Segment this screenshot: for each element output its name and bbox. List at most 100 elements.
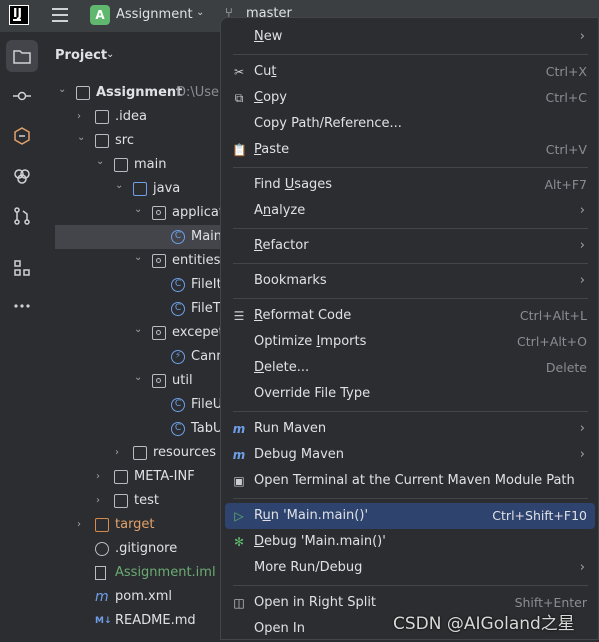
- tree-item[interactable]: C FileIt: [44, 273, 244, 297]
- reformat-icon: ☰: [233, 309, 245, 323]
- commit-tool-button[interactable]: [6, 80, 38, 112]
- tree-item[interactable]: ⌄ Assignment D:\User: [44, 81, 244, 105]
- class-icon: C: [171, 302, 185, 316]
- chevron-down-icon[interactable]: ⌄: [134, 198, 142, 222]
- shortcut-label: Ctrl+V: [545, 142, 587, 157]
- tree-item[interactable]: › target: [44, 513, 244, 537]
- menu-item-label: Optimize Imports: [254, 334, 367, 349]
- tree-item[interactable]: ⚡ Cann: [44, 345, 244, 369]
- menu-item-bookmarks[interactable]: Bookmarks ›: [225, 268, 595, 294]
- chevron-down-icon[interactable]: ⌄: [134, 366, 142, 390]
- tree-item-label: FileU: [191, 397, 223, 412]
- main-menu-icon[interactable]: [52, 8, 68, 22]
- menu-item-copy[interactable]: ⧉ Copy Ctrl+C: [225, 85, 595, 111]
- chevron-right-icon: ›: [579, 238, 585, 253]
- menu-separator: [233, 54, 588, 55]
- package-icon: [152, 206, 166, 220]
- exception-class-icon: ⚡: [171, 350, 185, 364]
- tree-item-label: .idea: [115, 109, 147, 124]
- menu-item-find-usages[interactable]: Find Usages Alt+F7: [225, 172, 595, 198]
- chevron-right-icon[interactable]: ›: [96, 465, 100, 489]
- run-icon: ▷: [234, 509, 244, 523]
- menu-item-label: Debug Maven: [254, 447, 344, 462]
- tree-item[interactable]: ⌄ excepet: [44, 321, 244, 345]
- menu-separator: [233, 498, 588, 499]
- tree-item[interactable]: M↓ README.md: [44, 609, 244, 633]
- tree-item[interactable]: ⌄ util: [44, 369, 244, 393]
- tree-item[interactable]: C FileT: [44, 297, 244, 321]
- menu-item-paste[interactable]: 📋 Paste Ctrl+V: [225, 137, 595, 163]
- tree-item[interactable]: Assignment.iml: [44, 561, 244, 585]
- menu-separator: [233, 411, 588, 412]
- maven-icon: m: [232, 448, 246, 462]
- tree-item-label: entities: [172, 253, 221, 268]
- menu-item-refactor[interactable]: Refactor ›: [225, 233, 595, 259]
- menu-item-label: Run 'Main.main()': [254, 508, 369, 523]
- project-name[interactable]: Assignment: [116, 7, 193, 22]
- intellij-logo-icon[interactable]: IJ: [9, 5, 29, 25]
- tree-item[interactable]: ⌄ entities: [44, 249, 244, 273]
- tree-item[interactable]: › resources: [44, 441, 244, 465]
- panel-title[interactable]: Project: [55, 48, 107, 63]
- menu-item-debug-main[interactable]: ✻ Debug 'Main.main()': [225, 529, 595, 555]
- tree-item[interactable]: C TabU: [44, 417, 244, 441]
- tree-item-label: test: [134, 493, 159, 508]
- menu-item-override[interactable]: Override File Type: [225, 381, 595, 407]
- menu-item-optimize[interactable]: Optimize Imports Ctrl+Alt+O: [225, 329, 595, 355]
- chevron-down-icon[interactable]: ⌄: [115, 174, 123, 198]
- tree-item[interactable]: ⌄ java: [44, 177, 244, 201]
- menu-item-label: Analyze: [254, 203, 306, 218]
- tree-item[interactable]: ⌄ src: [44, 129, 244, 153]
- tree-item[interactable]: C FileU: [44, 393, 244, 417]
- chevron-right-icon[interactable]: ›: [96, 489, 100, 513]
- menu-item-more-run[interactable]: More Run/Debug ›: [225, 555, 595, 581]
- menu-item-label: Debug 'Main.main()': [254, 534, 386, 549]
- menu-item-label: Run Maven: [254, 421, 327, 436]
- menu-item-reformat[interactable]: ☰ Reformat Code Ctrl+Alt+L: [225, 303, 595, 329]
- chevron-down-icon[interactable]: ⌄: [196, 7, 204, 18]
- folder-icon: [114, 470, 128, 484]
- menu-item-label: Open Terminal at the Current Maven Modul…: [254, 473, 575, 488]
- structure-tool-button[interactable]: [6, 252, 38, 284]
- chevron-down-icon[interactable]: ⌄: [134, 318, 142, 342]
- menu-item-label: Override File Type: [254, 386, 371, 401]
- project-tool-button[interactable]: [6, 40, 38, 72]
- menu-item-open-terminal[interactable]: ▣ Open Terminal at the Current Maven Modu…: [225, 468, 595, 494]
- tree-item[interactable]: .gitignore: [44, 537, 244, 561]
- chevron-right-icon[interactable]: ›: [115, 441, 119, 465]
- tree-item-label: src: [115, 133, 134, 148]
- menu-item-debug-maven[interactable]: m Debug Maven ›: [225, 442, 595, 468]
- chevron-down-icon[interactable]: ⌄: [58, 78, 66, 102]
- tree-item[interactable]: ⌄ main: [44, 153, 244, 177]
- tree-item[interactable]: › META-INF: [44, 465, 244, 489]
- tree-item[interactable]: C Main: [55, 225, 244, 249]
- chevron-down-icon[interactable]: ⌄: [96, 150, 104, 174]
- chevron-right-icon: ›: [579, 203, 585, 218]
- chevron-down-icon[interactable]: ⌄: [106, 49, 114, 60]
- menu-item-label: Copy Path/Reference...: [254, 116, 402, 131]
- menu-item-new[interactable]: New ›: [225, 24, 595, 50]
- more-tools-icon[interactable]: [6, 290, 38, 322]
- folder-icon: [114, 158, 128, 172]
- tree-item-label: Assignment.iml: [115, 565, 216, 580]
- menu-item-delete[interactable]: Delete... Delete: [225, 355, 595, 381]
- tree-item-label: FileT: [191, 301, 221, 316]
- chevron-right-icon[interactable]: ›: [77, 513, 81, 537]
- tree-item[interactable]: › .idea: [44, 105, 244, 129]
- menu-item-copy-path[interactable]: Copy Path/Reference...: [225, 111, 595, 137]
- tree-item[interactable]: ⌄ applicat: [44, 201, 244, 225]
- menu-item-run-main[interactable]: ▷ Run 'Main.main()' Ctrl+Shift+F10: [225, 503, 595, 529]
- menu-item-analyze[interactable]: Analyze ›: [225, 198, 595, 224]
- chevron-down-icon[interactable]: ⌄: [77, 126, 85, 150]
- tree-item[interactable]: › test: [44, 489, 244, 513]
- pull-requests-tool-button[interactable]: [6, 200, 38, 232]
- menu-item-cut[interactable]: ✂ Cut Ctrl+X: [225, 59, 595, 85]
- project-badge[interactable]: A: [90, 5, 110, 25]
- debug-icon: ✻: [233, 535, 245, 549]
- folder-icon: [95, 134, 109, 148]
- menu-item-run-maven[interactable]: m Run Maven ›: [225, 416, 595, 442]
- plugins-tool-button[interactable]: [6, 160, 38, 192]
- chevron-down-icon[interactable]: ⌄: [134, 246, 142, 270]
- tree-item[interactable]: m pom.xml: [44, 585, 244, 609]
- ai-assistant-tool-button[interactable]: [6, 120, 38, 152]
